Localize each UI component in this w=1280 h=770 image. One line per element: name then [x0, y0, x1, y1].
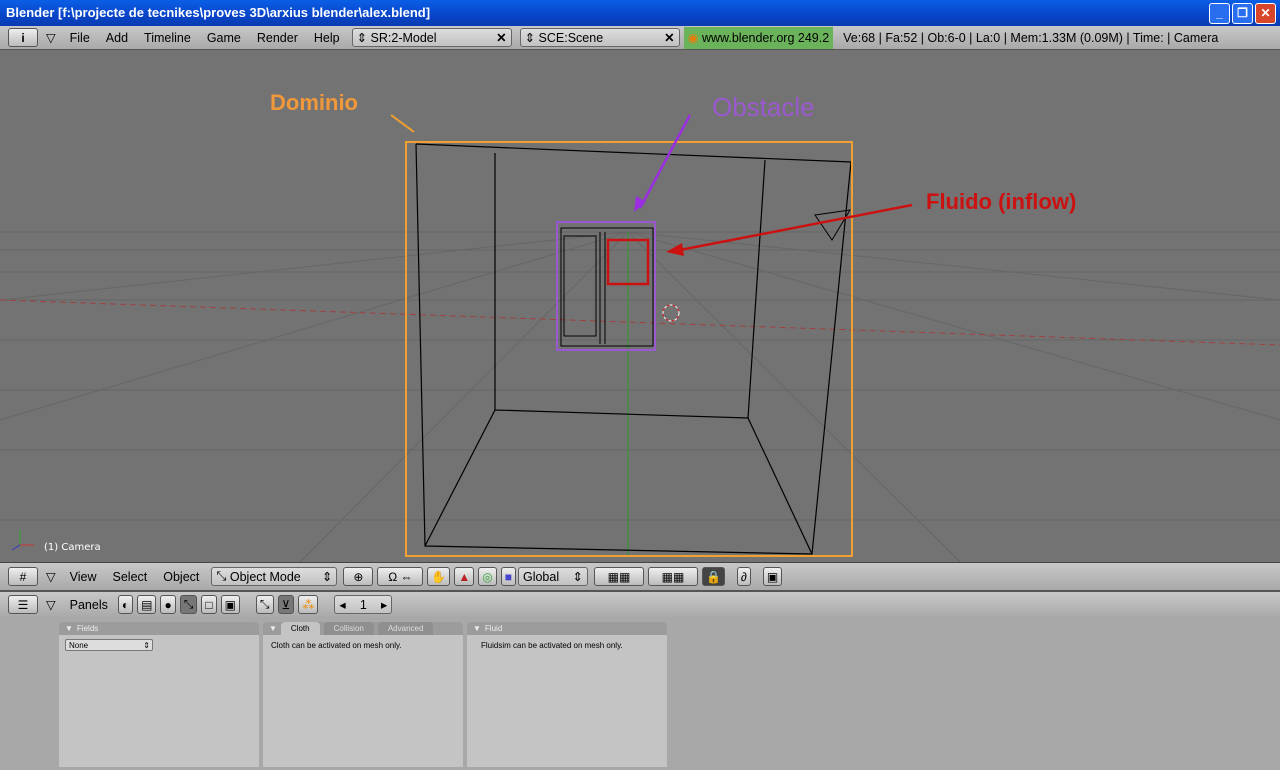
rotate-icon[interactable]: ▲ — [454, 567, 475, 586]
fields-title: Fields — [76, 624, 99, 633]
buttons-editor-icon[interactable]: ☰ — [8, 595, 38, 614]
hand-icon[interactable]: ✋ — [427, 567, 451, 586]
menu-panels[interactable]: Panels — [62, 598, 116, 612]
scene-selector[interactable]: ⇕ SCE:Scene ✕ — [519, 28, 680, 47]
tab-advanced[interactable]: Advanced — [377, 622, 434, 635]
window-title: Blender [f:\projecte de tecnikes\proves … — [6, 5, 431, 20]
close-button[interactable]: ✕ — [1255, 3, 1276, 24]
fluid-arrow — [679, 203, 913, 252]
particles-icon[interactable]: ⁂ — [298, 595, 319, 614]
fields-type-value: None — [69, 641, 89, 650]
fields-panel-header[interactable]: ▼ Fields — [59, 622, 259, 635]
menu-timeline[interactable]: Timeline — [136, 31, 199, 45]
collapse-triangle-icon[interactable]: ▽ — [40, 569, 62, 584]
frame-stepper[interactable]: ◂ 1 ▸ — [334, 595, 393, 614]
layers-1-icon[interactable]: ▦▦ — [593, 567, 644, 586]
blender-logo-icon: ◉ — [687, 31, 699, 45]
object-sub-icon[interactable]: ⤡ — [255, 595, 274, 614]
obstacle-arrow — [638, 114, 692, 209]
info-icon[interactable]: i — [8, 28, 38, 47]
manipulator-icon[interactable]: Ω ⇔ — [377, 567, 424, 586]
info-header: i ▽ File Add Timeline Game Render Help ⇕… — [0, 26, 1280, 50]
viewport-header: # ▽ View Select Object ⤡ Object Mode ⇕ ⊕ … — [0, 562, 1280, 590]
x-axis-line — [0, 299, 1280, 346]
mode-selector[interactable]: ⤡ Object Mode ⇕ — [211, 567, 338, 586]
scale-icon[interactable]: ◎ — [478, 567, 497, 586]
version-text: www.blender.org 249.2 — [701, 30, 830, 45]
menu-render[interactable]: Render — [249, 31, 306, 45]
version-badge: ◉ www.blender.org 249.2 — [683, 26, 834, 49]
lock-icon[interactable]: 🔒 — [701, 567, 725, 586]
fluid-message: Fluidsim can be activated on mesh only. — [481, 641, 623, 650]
buttons-window: ▼ Fields None ⇕ ▼ Cloth Collision Advance… — [0, 617, 1280, 770]
fields-type-select[interactable]: None ⇕ — [65, 639, 153, 651]
annotation-fluid: Fluido (inflow) — [926, 189, 1077, 214]
delete-screen-icon[interactable]: ✕ — [496, 30, 506, 45]
menu-help[interactable]: Help — [306, 31, 348, 45]
minimize-button[interactable]: _ — [1209, 3, 1230, 24]
script-icon[interactable]: ▤ — [137, 595, 157, 614]
scene-icon[interactable]: ▣ — [220, 595, 240, 614]
delete-scene-icon[interactable]: ✕ — [664, 30, 674, 45]
floor-grid — [0, 231, 1280, 562]
orientation-value: Global — [522, 569, 560, 584]
collapse-triangle-icon[interactable]: ▽ — [40, 597, 62, 612]
cloth-panel: ▼ Cloth Collision Advanced Cloth can be … — [263, 622, 463, 767]
screen-name: SR:2-Model — [370, 30, 437, 45]
title-bar: Blender [f:\projecte de tecnikes\proves … — [0, 0, 1280, 26]
tab-collision[interactable]: Collision — [323, 622, 374, 635]
physics-icon[interactable]: ⊻ — [277, 595, 295, 614]
maximize-button[interactable]: ❐ — [1232, 3, 1253, 24]
active-object-label: (1) Camera — [44, 542, 101, 553]
editing-icon[interactable]: □ — [201, 595, 217, 614]
annotation-domain: Dominio — [270, 90, 358, 115]
menu-add[interactable]: Add — [98, 31, 136, 45]
fluid-title: Fluid — [484, 624, 503, 633]
menu-object[interactable]: Object — [155, 570, 207, 584]
cloth-panel-header: ▼ Cloth Collision Advanced — [263, 622, 463, 635]
menu-game[interactable]: Game — [199, 31, 249, 45]
collapse-triangle-icon[interactable]: ▽ — [40, 30, 62, 45]
menu-file[interactable]: File — [62, 31, 98, 45]
logic-icon[interactable]: ◐ — [117, 595, 134, 614]
domain-arrow — [390, 114, 415, 133]
frame-value: 1 — [359, 597, 367, 612]
menu-view[interactable]: View — [62, 570, 105, 584]
fluid-panel-header[interactable]: ▼ Fluid — [467, 622, 667, 635]
viewport-canvas — [0, 114, 1280, 562]
grid-editor-icon[interactable]: # — [8, 567, 38, 586]
orientation-selector[interactable]: Global ⇕ — [517, 567, 588, 586]
tab-cloth[interactable]: Cloth — [280, 622, 320, 635]
axis-gizmo-icon — [11, 530, 34, 551]
screen-selector[interactable]: ⇕ SR:2-Model ✕ — [351, 28, 512, 47]
mode-value: Object Mode — [229, 569, 301, 584]
object-icon[interactable]: ⤡ — [179, 595, 198, 614]
3d-viewport[interactable]: Dominio Obstacle Fluido (inflow) (1) Cam… — [0, 50, 1280, 562]
translate-icon[interactable]: ■ — [500, 567, 516, 586]
scene-stats: Ve:68 | Fa:52 | Ob:6-0 | La:0 | Mem:1.33… — [843, 30, 1219, 45]
fields-panel: ▼ Fields None ⇕ — [59, 622, 259, 767]
3d-cursor-icon[interactable] — [662, 304, 680, 322]
annotation-obstacle: Obstacle — [712, 92, 815, 122]
menu-select[interactable]: Select — [105, 570, 156, 584]
snap-icon[interactable]: ∂ — [736, 567, 751, 586]
render-icon[interactable]: ▣ — [762, 567, 783, 586]
cloth-message: Cloth can be activated on mesh only. — [271, 641, 402, 650]
buttons-header: ☰ ▽ Panels ◐ ▤ ● ⤡ □ ▣ ⤡ ⊻ ⁂ ◂ 1 ▸ — [0, 590, 1280, 617]
shading-icon[interactable]: ● — [160, 595, 176, 614]
scene-name: SCE:Scene — [538, 30, 604, 45]
fluid-panel: ▼ Fluid Fluidsim can be activated on mes… — [467, 622, 667, 767]
pivot-icon[interactable]: ⊕ — [343, 567, 374, 586]
layers-2-icon[interactable]: ▦▦ — [647, 567, 698, 586]
